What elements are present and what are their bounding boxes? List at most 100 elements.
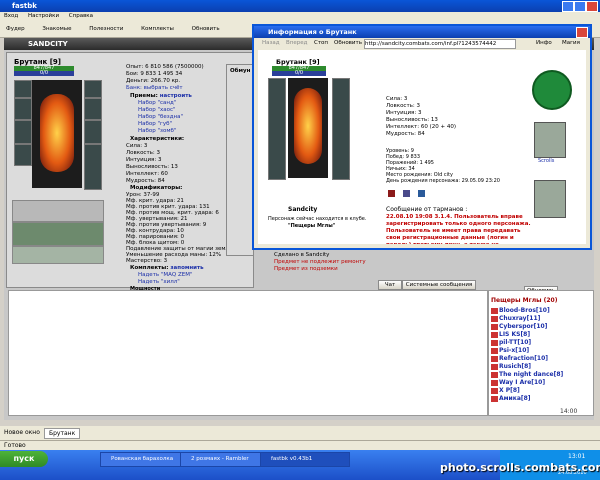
- skill-set-5[interactable]: Набор "зомб": [138, 128, 176, 135]
- chat-user[interactable]: Chuxray[11]: [491, 315, 540, 323]
- log-dungeon: Предмет из подземки: [274, 266, 338, 272]
- chat-user[interactable]: X P[8]: [491, 387, 520, 395]
- popup-badges: [388, 190, 448, 198]
- clan-icon: [491, 395, 498, 402]
- popup-left-slots: [268, 78, 286, 180]
- mana-bar: 0/0: [14, 71, 74, 76]
- nav-refresh[interactable]: Обновить: [334, 38, 362, 49]
- window-title: fastbk: [12, 2, 37, 10]
- chat-user[interactable]: Cyberspor[10]: [491, 323, 547, 331]
- toolbar-refresh[interactable]: Обновить: [192, 26, 220, 32]
- popup-url[interactable]: http://sandcity.combats.com/inf.pl?12435…: [364, 39, 516, 49]
- log-made-in: Сделано в Sandcity: [274, 252, 330, 258]
- clan-icon: [491, 363, 498, 370]
- toolbar-kits[interactable]: Комплекты: [141, 26, 174, 32]
- popup-magic-button[interactable]: Магия: [562, 38, 580, 49]
- taskbar-item-1[interactable]: Рованская барахолка: [100, 452, 190, 467]
- nav-stop[interactable]: Стоп: [314, 38, 328, 49]
- boots-slot[interactable]: [84, 144, 102, 190]
- skill-set-2[interactable]: Набор "хаос": [138, 107, 176, 114]
- avatar[interactable]: [32, 80, 82, 188]
- clan-icon: [491, 379, 498, 386]
- chat-user[interactable]: Psi-x[10]: [491, 347, 529, 355]
- chat-user[interactable]: LIS KS[8]: [491, 331, 530, 339]
- chat-user[interactable]: Blood-Bros[10]: [491, 307, 550, 315]
- window-titlebar: fastbk: [0, 0, 600, 12]
- toolbar-feeder[interactable]: Фудер: [6, 26, 25, 32]
- popup-stat-agility: Ловкость: 3: [386, 103, 420, 109]
- popup-close-button[interactable]: [576, 27, 588, 38]
- kit-2[interactable]: Надеть "хилл": [138, 279, 180, 286]
- start-button[interactable]: пуск: [0, 451, 48, 467]
- popup-location-name: "Пещеры Мглы": [288, 223, 336, 229]
- popup-stat-wisdom: Мудрость: 84: [386, 131, 425, 137]
- inventory-row-1[interactable]: [12, 200, 104, 222]
- gloves-slot[interactable]: [84, 120, 102, 144]
- scrolls-label: Scrolls: [538, 158, 555, 164]
- nav-forward[interactable]: Вперед: [286, 38, 307, 49]
- wins: Бои: 9 833 1 495 34: [126, 71, 183, 77]
- nav-back[interactable]: Назад: [262, 38, 280, 49]
- menu-help[interactable]: Справка: [69, 13, 93, 19]
- kits-remember-link[interactable]: запомнить: [170, 265, 203, 271]
- popup-stat-strength: Сила: 3: [386, 96, 408, 102]
- scrolls-emblem-icon: [534, 122, 566, 158]
- chat-room-title: Пещеры Мглы (20): [491, 297, 558, 304]
- chat-user[interactable]: Rusich[8]: [491, 363, 531, 371]
- menu-login[interactable]: Вход: [4, 13, 18, 19]
- exchange-column: [226, 64, 254, 256]
- exchange-label[interactable]: Обмун: [230, 68, 250, 75]
- chat-user[interactable]: Aмика[8]: [491, 395, 531, 403]
- tab-chat[interactable]: Чат: [378, 280, 402, 290]
- clan-icon: [491, 347, 498, 354]
- belt-slot[interactable]: [14, 144, 32, 166]
- helmet-slot[interactable]: [14, 80, 32, 98]
- earring-slot[interactable]: [84, 80, 102, 98]
- stat-intellect: Интеллект: 60: [126, 171, 168, 177]
- bank-link[interactable]: Банк: выбрать счёт: [126, 85, 183, 92]
- popup-info-button[interactable]: Инфо: [536, 38, 552, 49]
- weapon-slot[interactable]: [14, 98, 32, 120]
- stats-header: Характеристики:: [130, 136, 185, 142]
- skill-set-1[interactable]: Набор "санд": [138, 100, 176, 107]
- taskbar-item-2[interactable]: 2 розмаях - Rambler: [180, 452, 270, 467]
- stat-agility: Ловкость: 3: [126, 150, 160, 156]
- popup-stat-endurance: Выносливость: 13: [386, 117, 438, 123]
- armor-slot[interactable]: [14, 120, 32, 144]
- tab-system-messages[interactable]: Системные сообщения: [402, 280, 476, 290]
- skill-set-3[interactable]: Набор "бездна": [138, 114, 183, 121]
- clan-icon: [491, 387, 498, 394]
- close-button[interactable]: [586, 1, 598, 12]
- minimize-button[interactable]: [562, 1, 574, 12]
- popup-content: Брутанк [9] 847/847 0/0 Sandcity Персона…: [258, 50, 586, 244]
- maximize-button[interactable]: [574, 1, 586, 12]
- skill-set-4[interactable]: Набор "губ": [138, 121, 172, 128]
- skills-header: Приемы: настроить: [130, 93, 192, 99]
- mod-mastery: Мастерство: 3: [126, 258, 168, 264]
- taskbar-item-3[interactable]: fastbk v0.43b1: [260, 452, 350, 467]
- clan-emblem-icon: [534, 180, 566, 218]
- badge-icon: [402, 190, 410, 197]
- chat-user[interactable]: Refraction[10]: [491, 355, 548, 363]
- clan-icon: [491, 339, 498, 346]
- chat-user[interactable]: pil-TT[10]: [491, 339, 531, 347]
- inventory-row-2[interactable]: [12, 222, 104, 246]
- toolbar-utilities[interactable]: Полезности: [89, 26, 123, 32]
- menu-settings[interactable]: Настройки: [28, 13, 59, 19]
- badge-icon: [388, 190, 395, 197]
- chat-user[interactable]: The night dance[8]: [491, 371, 563, 379]
- new-window-button[interactable]: Новое окно: [4, 426, 40, 440]
- inventory-row-3[interactable]: [12, 246, 104, 264]
- skills-configure-link[interactable]: настроить: [160, 93, 192, 99]
- tray-clock: 13:01: [568, 453, 586, 460]
- chat-user-list: Пещеры Мглы (20) Blood-Bros[10] Chuxray[…: [488, 290, 594, 416]
- horse-emblem-icon: [532, 70, 572, 110]
- toolbar-friends[interactable]: Знакомые: [42, 26, 71, 32]
- chat-area[interactable]: [8, 290, 488, 416]
- popup-location: Персонаж сейчас находится в клубе.: [268, 216, 367, 222]
- character-tab[interactable]: Брутанк: [44, 428, 81, 439]
- chat-user[interactable]: Way I Are[10]: [491, 379, 545, 387]
- kit-1[interactable]: Надеть "МАQ ZEM": [138, 272, 193, 279]
- shield-slot[interactable]: [84, 98, 102, 120]
- menubar: Вход Настройки Справка: [0, 12, 600, 21]
